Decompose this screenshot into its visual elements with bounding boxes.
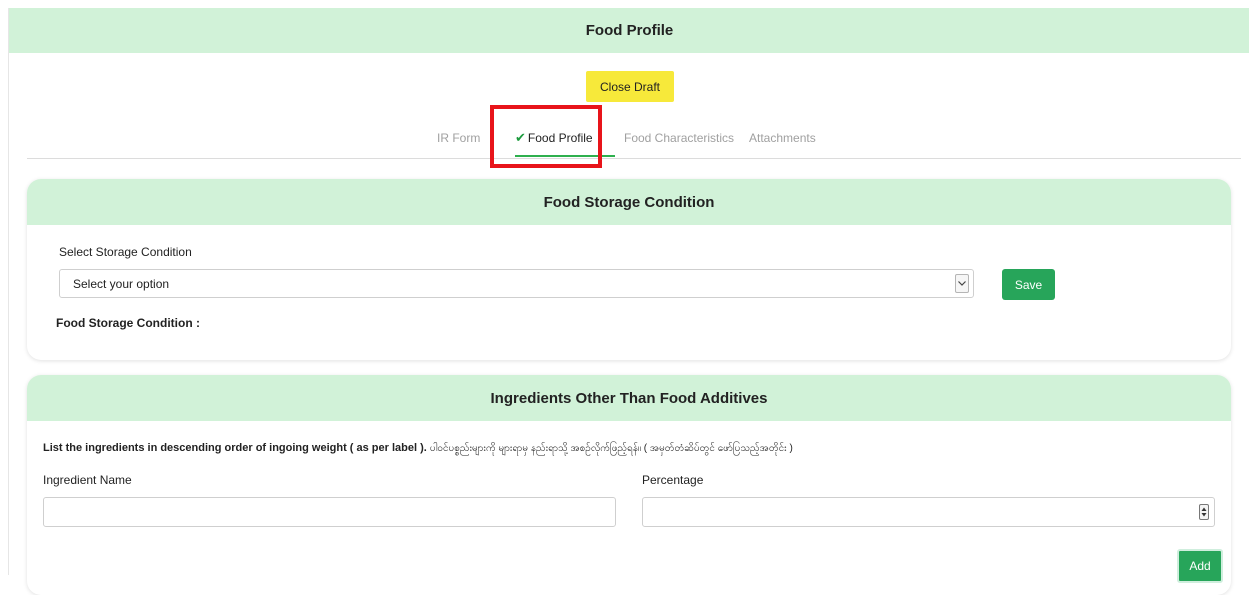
food-profile-page: Food Profile Close Draft IR Form ✔ Food … [8,8,1249,595]
ingredients-card-title: Ingredients Other Than Food Additives [490,389,768,407]
ingredients-card: Ingredients Other Than Food Additives Li… [27,375,1231,595]
tab-food-characteristics[interactable]: Food Characteristics [624,118,734,158]
tab-label: Attachments [749,131,816,145]
page-title: Food Profile [585,22,674,39]
ingredient-name-label: Ingredient Name [43,473,132,487]
storage-card-title: Food Storage Condition [543,193,715,211]
select-value: Select your option [73,277,170,291]
storage-condition-card: Food Storage Condition Select Storage Co… [27,179,1231,360]
tab-ir-form[interactable]: IR Form [437,118,480,158]
ingredients-instruction: List the ingredients in descending order… [43,441,793,456]
storage-select-label: Select Storage Condition [59,245,192,259]
page-header: Food Profile [9,8,1249,53]
instruction-english: List the ingredients in descending order… [43,442,427,454]
tab-bar: IR Form ✔ Food Profile Food Characterist… [27,118,1241,159]
save-button[interactable]: Save [1002,269,1055,300]
close-draft-button[interactable]: Close Draft [586,71,674,102]
tab-label: Food Characteristics [624,131,735,145]
tab-label: IR Form [437,131,481,145]
add-ingredient-button[interactable]: Add [1177,549,1223,583]
storage-condition-select[interactable]: Select your option [59,269,974,298]
percentage-label: Percentage [642,473,704,487]
storage-card-header: Food Storage Condition [27,179,1231,225]
percentage-input[interactable] [642,497,1215,527]
tab-attachments[interactable]: Attachments [749,118,816,158]
storage-result-label: Food Storage Condition : [56,316,200,330]
instruction-myanmar: ပါဝင်ပစ္စည်းများကို များရာမှ နည်းရာသို့ … [429,443,793,454]
spinner-arrows-icon[interactable] [1199,504,1209,520]
highlight-annotation-box [490,105,602,168]
chevron-down-icon[interactable] [955,274,969,293]
ingredients-card-header: Ingredients Other Than Food Additives [27,375,1231,421]
ingredient-name-input[interactable] [43,497,616,527]
